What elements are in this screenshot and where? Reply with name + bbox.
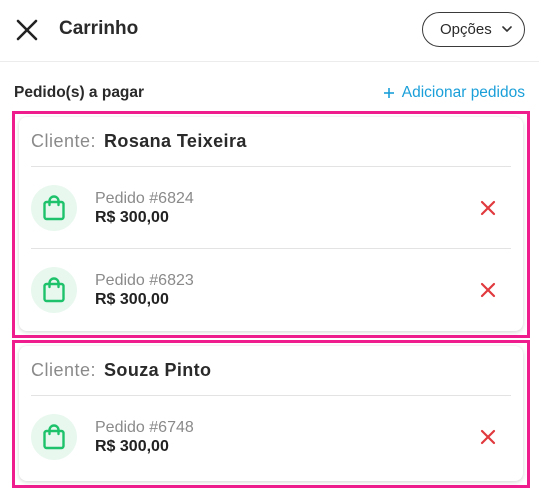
- add-orders-link[interactable]: Adicionar pedidos: [383, 84, 525, 102]
- client-label: Cliente:: [31, 360, 97, 380]
- remove-x-icon: [480, 200, 496, 215]
- order-item: Pedido #6823 R$ 300,00: [31, 249, 511, 331]
- order-item: Pedido #6748 R$ 300,00: [31, 396, 511, 478]
- order-number: Pedido #6823: [95, 272, 194, 289]
- app-header: Carrinho Opções: [0, 0, 539, 62]
- order-bag-badge: [31, 184, 77, 231]
- remove-order-button[interactable]: [479, 428, 497, 446]
- client-name: Souza Pinto: [104, 360, 212, 380]
- remove-order-button[interactable]: [479, 199, 497, 217]
- client-group: Cliente: Rosana Teixeira Pedido #6824 R$…: [12, 111, 530, 338]
- order-amount: R$ 300,00: [95, 291, 169, 308]
- order-number: Pedido #6748: [95, 419, 194, 436]
- add-orders-label: Adicionar pedidos: [401, 84, 525, 101]
- order-item: Pedido #6824 R$ 300,00: [31, 167, 511, 249]
- order-info: Pedido #6748 R$ 300,00: [95, 418, 194, 456]
- client-card: Cliente: Souza Pinto Pedido #6748 R$ 300…: [19, 346, 523, 481]
- order-bag-badge: [31, 414, 77, 460]
- order-info: Pedido #6823 R$ 300,00: [95, 271, 194, 309]
- chevron-down-icon: [502, 26, 512, 32]
- remove-x-icon: [480, 282, 496, 298]
- page-title: Carrinho: [59, 18, 139, 39]
- shopping-bag-icon: [43, 277, 65, 303]
- client-name: Rosana Teixeira: [104, 131, 247, 151]
- client-label: Cliente:: [31, 131, 97, 151]
- plus-icon: [383, 88, 394, 98]
- order-amount: R$ 300,00: [95, 208, 169, 226]
- order-info: Pedido #6824 R$ 300,00: [95, 189, 194, 227]
- order-bag-badge: [31, 267, 77, 313]
- remove-order-button[interactable]: [479, 281, 497, 299]
- shopping-bag-icon: [43, 424, 65, 450]
- close-icon: [16, 19, 38, 41]
- client-header: Cliente: Souza Pinto: [31, 346, 511, 396]
- shopping-bag-icon: [43, 194, 65, 220]
- client-group: Cliente: Souza Pinto Pedido #6748 R$ 300…: [12, 340, 530, 488]
- order-amount: R$ 300,00: [95, 438, 169, 455]
- options-button[interactable]: Opções: [422, 12, 525, 47]
- client-card: Cliente: Rosana Teixeira Pedido #6824 R$…: [19, 117, 523, 331]
- remove-x-icon: [480, 429, 496, 445]
- close-button[interactable]: [14, 17, 40, 43]
- orders-section-title: Pedido(s) a pagar: [14, 84, 145, 101]
- client-header: Cliente: Rosana Teixeira: [31, 117, 511, 167]
- options-label: Opções: [440, 21, 492, 38]
- order-number: Pedido #6824: [95, 189, 194, 207]
